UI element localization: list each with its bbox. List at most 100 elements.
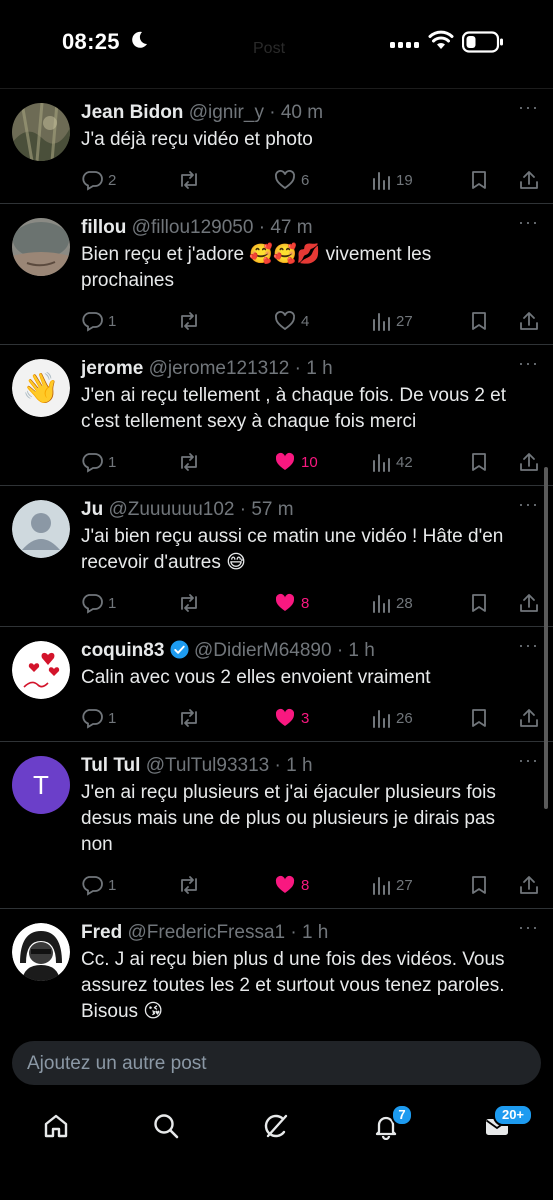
battery-icon xyxy=(462,31,503,53)
author-handle[interactable]: @TulTul93313 xyxy=(146,755,270,776)
avatar[interactable] xyxy=(12,641,70,699)
replies-feed[interactable]: ··· Jean Bidon @ignir_y · 40 m J'a déjà … xyxy=(0,88,553,1031)
reply-post[interactable]: ··· fillou @fillou129050 · 47 m Bien reç… xyxy=(0,204,553,345)
avatar[interactable] xyxy=(12,500,70,558)
share-button[interactable] xyxy=(518,874,540,896)
post-text: J'en ai reçu tellement , à chaque fois. … xyxy=(81,385,507,432)
avatar[interactable]: 👋 xyxy=(12,359,70,417)
reply-post[interactable]: T ··· Tul Tul @TulTul93313 · 1 h J'en ai… xyxy=(0,742,553,909)
avatar[interactable] xyxy=(12,923,70,981)
author-name[interactable]: Tul Tul xyxy=(81,755,140,776)
post-actions: 1 8 28 xyxy=(81,582,538,626)
views-button[interactable]: 42 xyxy=(371,451,413,473)
bookmark-icon xyxy=(472,709,486,727)
more-options-icon[interactable]: ··· xyxy=(518,635,539,656)
avatar[interactable]: T xyxy=(12,756,70,814)
repost-button[interactable] xyxy=(177,592,206,614)
like-count: 8 xyxy=(301,594,310,612)
share-icon xyxy=(520,594,538,612)
bookmark-button[interactable] xyxy=(469,592,489,614)
views-button[interactable]: 26 xyxy=(371,707,413,729)
more-options-icon[interactable]: ··· xyxy=(518,212,539,233)
bookmark-button[interactable] xyxy=(469,707,489,729)
post-actions: 2 6 19 xyxy=(81,159,538,203)
reply-count: 2 xyxy=(108,171,117,189)
verified-badge-icon xyxy=(170,640,189,659)
like-button[interactable]: 3 xyxy=(274,707,309,729)
repost-button[interactable] xyxy=(177,310,206,332)
view-count: 28 xyxy=(396,594,413,612)
author-name[interactable]: Jean Bidon xyxy=(81,102,183,123)
bookmark-button[interactable] xyxy=(469,310,489,332)
author-name[interactable]: Ju xyxy=(81,499,103,520)
reply-button[interactable]: 2 xyxy=(81,169,116,191)
reply-post[interactable]: ··· Jean Bidon @ignir_y · 40 m J'a déjà … xyxy=(0,89,553,204)
reply-button[interactable]: 1 xyxy=(81,874,116,896)
more-options-icon[interactable]: ··· xyxy=(518,353,539,374)
author-name[interactable]: coquin83 xyxy=(81,640,164,661)
share-icon xyxy=(520,312,538,330)
view-count: 42 xyxy=(396,453,413,471)
repost-button[interactable] xyxy=(177,874,206,896)
reply-post[interactable]: ··· coquin83 @DidierM64890 · 1 h Calin a… xyxy=(0,627,553,742)
views-button[interactable]: 27 xyxy=(371,310,413,332)
views-button[interactable]: 27 xyxy=(371,874,413,896)
author-handle[interactable]: @FredericFressa1 xyxy=(127,922,285,943)
reply-button[interactable]: 1 xyxy=(81,310,116,332)
views-button[interactable]: 19 xyxy=(371,169,413,191)
like-button[interactable]: 8 xyxy=(274,592,309,614)
post-text: J'a déjà reçu vidéo et photo xyxy=(81,129,313,150)
bookmark-button[interactable] xyxy=(469,169,489,191)
more-options-icon[interactable]: ··· xyxy=(518,494,539,515)
views-button[interactable]: 28 xyxy=(371,592,413,614)
author-handle[interactable]: @jerome121312 xyxy=(149,358,290,379)
bookmark-button[interactable] xyxy=(469,874,489,896)
like-count: 4 xyxy=(301,312,310,330)
feed-scrollbar[interactable] xyxy=(544,467,548,809)
like-button[interactable]: 10 xyxy=(274,451,318,473)
share-button[interactable] xyxy=(518,310,540,332)
tab-search[interactable] xyxy=(148,1108,184,1144)
share-button[interactable] xyxy=(518,707,540,729)
more-options-icon[interactable]: ··· xyxy=(518,750,539,771)
bottom-tab-bar: 7 20+ xyxy=(0,1096,553,1200)
post-time: · 1 h xyxy=(290,922,329,943)
reply-button[interactable]: 1 xyxy=(81,592,116,614)
heart-filled-icon xyxy=(275,708,295,726)
avatar[interactable] xyxy=(12,103,70,161)
like-button[interactable]: 4 xyxy=(274,310,309,332)
repost-button[interactable] xyxy=(177,169,206,191)
heart-icon xyxy=(275,311,295,331)
like-button[interactable]: 8 xyxy=(274,874,309,896)
view-count: 19 xyxy=(396,171,413,189)
like-button[interactable]: 6 xyxy=(274,169,309,191)
avatar[interactable] xyxy=(12,218,70,276)
more-options-icon[interactable]: ··· xyxy=(518,97,539,118)
bookmark-button[interactable] xyxy=(469,451,489,473)
author-handle[interactable]: @DidierM64890 xyxy=(194,640,332,661)
share-button[interactable] xyxy=(518,451,540,473)
reply-post[interactable]: ··· Ju @Zuuuuuu102 · 57 m J'ai bien reçu… xyxy=(0,486,553,627)
author-handle[interactable]: @fillou129050 xyxy=(132,217,254,238)
repost-button[interactable] xyxy=(177,707,206,729)
reply-button[interactable]: 1 xyxy=(81,707,116,729)
status-bar: 08:25 Post xyxy=(0,0,553,88)
share-button[interactable] xyxy=(518,592,540,614)
avatar-letter: T xyxy=(33,769,49,800)
author-name[interactable]: fillou xyxy=(81,217,126,238)
author-name[interactable]: jerome xyxy=(81,358,143,379)
repost-button[interactable] xyxy=(177,451,206,473)
tab-home[interactable] xyxy=(38,1108,74,1144)
tab-grok[interactable] xyxy=(258,1108,294,1144)
reply-button[interactable]: 1 xyxy=(81,451,116,473)
reply-post[interactable]: 👋 ··· jerome @jerome121312 · 1 h J'en ai… xyxy=(0,345,553,486)
reply-composer-input[interactable]: Ajoutez un autre post xyxy=(12,1041,541,1085)
like-count: 8 xyxy=(301,876,310,894)
author-handle[interactable]: @Zuuuuuu102 xyxy=(108,499,234,520)
view-count: 27 xyxy=(396,876,413,894)
author-handle[interactable]: @ignir_y xyxy=(189,102,264,123)
more-options-icon[interactable]: ··· xyxy=(518,917,539,938)
share-button[interactable] xyxy=(518,169,540,191)
author-name[interactable]: Fred xyxy=(81,922,122,943)
reply-post[interactable]: ··· Fred @FredericFressa1 · 1 h Cc. J ai… xyxy=(0,909,553,1031)
